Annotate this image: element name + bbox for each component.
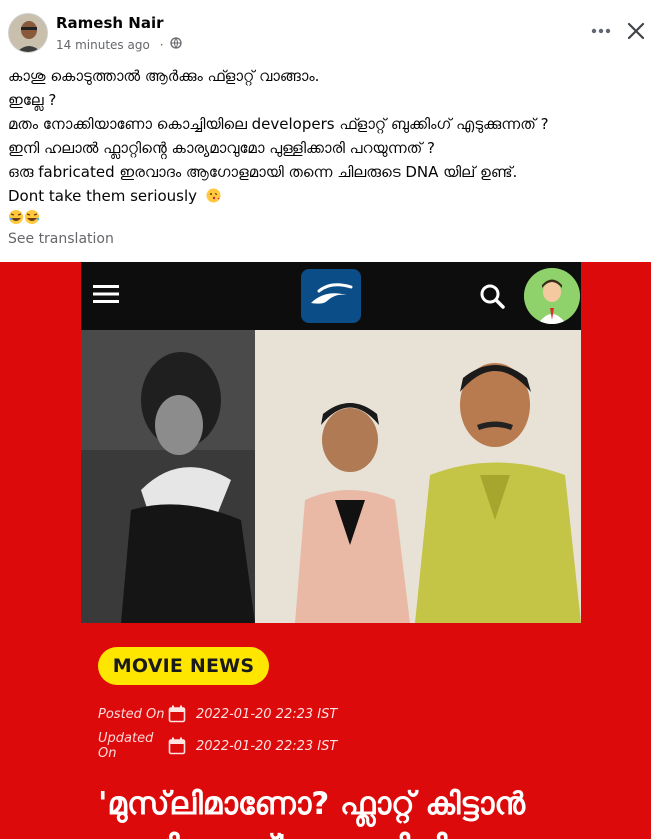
rofl-emoji-icon: [9, 210, 40, 224]
posted-on-value: 2022-01-20 22:23 IST: [196, 706, 338, 722]
post-line: ഇനി ഹലാൽ ഫ്ലാറ്റിൻ്റെ കാര്യമാവുമോ പുള്ളി…: [8, 139, 436, 157]
category-badge[interactable]: MOVIE NEWS: [98, 647, 269, 685]
user-avatar-icon[interactable]: [524, 268, 580, 324]
author-avatar[interactable]: [8, 13, 48, 53]
calendar-icon: [168, 737, 186, 755]
news-app-bar: [81, 262, 581, 330]
updated-on-row: Updated On 2022-01-20 22:23 IST: [98, 731, 337, 761]
meta-separator: ·: [159, 37, 164, 52]
author-name[interactable]: Ramesh Nair: [56, 14, 164, 32]
post-header: Ramesh Nair 14 minutes ago ·: [0, 0, 651, 62]
news-headline-line1: 'മുസ്‌ലിമാണോ? ഫ്ലാറ്റ് കിട്ടാൻ: [98, 786, 526, 822]
post-line: കാശു കൊടുത്താൽ ആർക്കും ഫ്ളാറ്റ് വാങ്ങാം.: [8, 67, 320, 85]
globe-icon: [169, 37, 182, 52]
news-app-logo: [301, 269, 361, 323]
post-line-with-emoji: Dont take them seriously: [8, 184, 644, 208]
post-line: Dont take them seriously: [8, 187, 198, 205]
post-body: കാശു കൊടുത്താൽ ആർക്കും ഫ്ളാറ്റ് വാങ്ങാം.…: [8, 64, 644, 232]
updated-on-label: Updated On: [98, 731, 154, 761]
posted-on-row: Posted On 2022-01-20 22:23 IST: [98, 705, 337, 723]
kiss-emoji-icon: [206, 186, 221, 203]
bw-portrait-photo: [81, 330, 255, 623]
see-translation-link[interactable]: See translation: [8, 231, 114, 247]
updated-on-value: 2022-01-20 22:23 IST: [196, 738, 338, 754]
post-line: മതം നോക്കിയാണോ കൊച്ചിയിലെ developers ഫ്ള…: [8, 115, 549, 133]
post-meta: 14 minutes ago ·: [56, 37, 182, 52]
shared-news-image[interactable]: MOVIE NEWS Posted On 2022-01-20 22:23 IS…: [0, 262, 651, 839]
search-icon[interactable]: [478, 282, 506, 310]
post-line: ഒരു fabricated ഇരവാദം ആഗോളമായി തന്നെ ചില…: [8, 163, 518, 181]
post-timestamp[interactable]: 14 minutes ago: [56, 38, 150, 52]
laugh-emoji-row: [8, 208, 644, 232]
actor-photo: [255, 330, 581, 623]
calendar-icon: [168, 705, 186, 723]
more-options-button[interactable]: [588, 18, 614, 44]
posted-on-label: Posted On: [98, 706, 165, 722]
close-icon[interactable]: [625, 20, 647, 42]
post-line: ഇല്ലേ ?: [8, 91, 57, 109]
news-headline-line2: ബുദ്ധിമുട്ടാണ്'; കൊച്ചിയിലെ: [98, 825, 618, 839]
hamburger-menu-icon[interactable]: [93, 284, 119, 304]
